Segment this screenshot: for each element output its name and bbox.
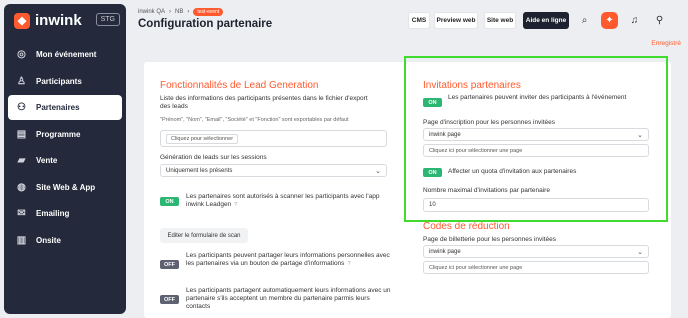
inwink-logo[interactable]: ◆ inwink: [14, 12, 82, 29]
share-label: Les participants peuvent partager leurs …: [186, 252, 391, 268]
discounts-title: Codes de réduction: [423, 221, 510, 232]
sidebar-nav: ◎ Mon événement ♙ Participants ⚇ Partenaire…: [8, 42, 122, 254]
sidebar-item-label: Programme: [36, 129, 81, 139]
leadgen-note: "Prénom", "Nom", "Email", "Société" et "…: [160, 117, 349, 123]
invite-toggle[interactable]: ON: [423, 98, 442, 107]
auto-share-label: Les participants partagent automatiqueme…: [186, 287, 391, 310]
sidebar-item-label: Participants: [36, 76, 82, 86]
top-bar: inwink QA › NB › test-event Configuratio…: [130, 4, 682, 34]
invite-page-label: Page d'inscription pour les personnes in…: [423, 119, 556, 126]
invitations-title: Invitations partenaires: [423, 80, 521, 91]
event-badge[interactable]: test-event: [193, 8, 224, 16]
sidebar-item-partenaires[interactable]: ⚇ Partenaires: [8, 95, 122, 120]
sidebar-item-onsite[interactable]: ▥ Onsite: [8, 228, 122, 253]
scan-toggle[interactable]: ON: [160, 197, 179, 206]
sidebar-item-mon-evenement[interactable]: ◎ Mon événement: [8, 42, 122, 67]
max-invitations-input[interactable]: 10: [423, 198, 649, 212]
ticket-subpage-select[interactable]: Cliquez ici pour sélectionner une page: [423, 261, 649, 274]
share-toggle[interactable]: OFF: [160, 260, 179, 269]
help-icon[interactable]: ?: [347, 261, 350, 267]
sidebar-item-emailing[interactable]: ✉ Emailing: [8, 201, 122, 226]
sidebar-item-label: Partenaires: [36, 103, 80, 112]
sidebar-item-label: Site Web & App: [36, 182, 96, 192]
breadcrumb-separator: ›: [169, 9, 172, 15]
export-fields-placeholder: Cliquez pour sélectionner: [166, 133, 239, 144]
brand-name: inwink: [35, 12, 82, 29]
share-label-text: Les participants peuvent partager leurs …: [186, 252, 390, 267]
ticket-page-select[interactable]: inwink page ⌄: [423, 245, 649, 258]
quota-toggle[interactable]: ON: [423, 168, 442, 177]
quota-label: Affecter un quota d'invitation aux parte…: [448, 168, 577, 175]
invite-subpage-select[interactable]: Cliquez ici pour sélectionner une page: [423, 144, 649, 157]
ticket-page-label: Page de billetterie pour les personnes i…: [423, 236, 556, 243]
breadcrumb-separator: ›: [187, 9, 190, 15]
help-icon[interactable]: ?: [234, 202, 237, 208]
sidebar-item-site-web-app[interactable]: ◍ Site Web & App: [8, 175, 122, 200]
partners-icon: ⚇: [17, 102, 26, 113]
sidebar-item-label: Emailing: [36, 209, 70, 218]
ticket-page-value: inwink page: [429, 248, 461, 255]
sidebar: ◆ inwink STG ◎ Mon événement ♙ Participant…: [4, 4, 126, 314]
sidebar-item-label: Vente: [36, 156, 58, 165]
sessions-label: Génération de leads sur les sessions: [160, 154, 267, 161]
page-title: Configuration partenaire: [138, 18, 273, 30]
leadgen-title: Fonctionnalités de Lead Generation: [160, 80, 319, 91]
env-badge[interactable]: STG: [95, 13, 120, 26]
scan-label: Les partenaires sont autorisés à scanner…: [186, 193, 396, 209]
target-icon: ◎: [17, 49, 26, 60]
invite-label: Les partenaires peuvent inviter des part…: [448, 94, 627, 101]
auto-share-toggle[interactable]: OFF: [160, 295, 179, 304]
export-fields-select[interactable]: Cliquez pour sélectionner: [160, 130, 387, 147]
program-icon: ▤: [16, 128, 27, 140]
sidebar-item-label: Mon événement: [36, 50, 97, 59]
bell-icon[interactable]: ♫: [626, 12, 643, 29]
invite-page-select[interactable]: inwink page ⌄: [423, 128, 649, 141]
rocket-icon[interactable]: ✦: [601, 12, 618, 29]
person-icon: ♙: [17, 75, 26, 87]
leadgen-description: Liste des informations des participants …: [160, 95, 368, 110]
max-invitations-label: Nombre maximal d'invitations par partena…: [423, 187, 550, 194]
globe-icon: ◍: [17, 181, 26, 193]
cart-icon: ▰: [17, 155, 26, 166]
scan-label-text: Les partenaires sont autorisés à scanner…: [186, 193, 380, 208]
user-icon[interactable]: ⚲: [651, 12, 668, 29]
search-icon[interactable]: ⌕: [576, 12, 593, 29]
save-status: Enregistré: [651, 40, 681, 47]
sessions-value: Uniquement les présents: [166, 167, 233, 174]
onsite-icon: ▥: [16, 234, 27, 246]
breadcrumb-item[interactable]: NB: [175, 9, 183, 15]
preview-web-button[interactable]: Preview web: [434, 12, 478, 29]
sessions-select[interactable]: Uniquement les présents ⌄: [160, 164, 387, 177]
cms-button[interactable]: CMS: [408, 12, 430, 29]
inwink-logo-icon: ◆: [14, 12, 30, 29]
breadcrumb: inwink QA › NB › test-event: [138, 8, 224, 16]
sidebar-item-vente[interactable]: ▰ Vente: [8, 148, 122, 173]
breadcrumb-item[interactable]: inwink QA: [138, 9, 165, 15]
mail-icon: ✉: [17, 208, 26, 219]
chevron-down-icon: ⌄: [637, 248, 643, 256]
invite-page-value: inwink page: [429, 131, 461, 138]
site-web-button[interactable]: Site web: [484, 12, 516, 29]
help-button[interactable]: Aide en ligne: [523, 12, 569, 29]
sidebar-item-programme[interactable]: ▤ Programme: [8, 122, 122, 147]
edit-scan-form-button[interactable]: Editer le formulaire de scan: [160, 228, 248, 243]
chevron-down-icon: ⌄: [637, 131, 643, 139]
partner-config-panel: Fonctionnalités de Lead Generation Liste…: [144, 62, 671, 318]
chevron-down-icon: ⌄: [375, 167, 381, 175]
sidebar-item-label: Onsite: [36, 235, 61, 245]
sidebar-item-participants[interactable]: ♙ Participants: [8, 69, 122, 94]
